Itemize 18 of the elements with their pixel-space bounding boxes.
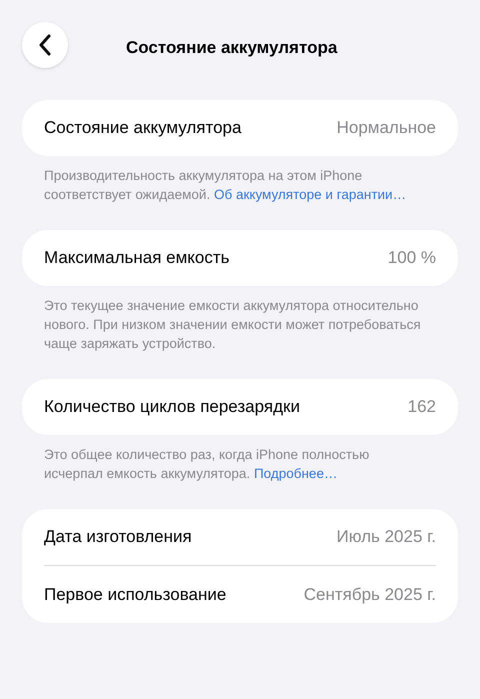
back-button[interactable] <box>22 22 68 68</box>
row-value: 162 <box>408 396 436 418</box>
row-value: 100 % <box>388 247 436 270</box>
row-label: Количество циклов перезарядки <box>44 396 300 418</box>
back-icon <box>38 34 52 56</box>
row-value: Сентябрь 2025 г. <box>304 584 436 606</box>
row-label: Максимальная емкость <box>44 247 230 270</box>
page-title: Состояние аккумулятора <box>126 37 338 59</box>
row-value: Июль 2025 г. <box>336 526 436 548</box>
footnote-text: Это общее количество раз, когда iPhone полностью исчерпал емкость аккумулятора. Подробнее… <box>43 446 370 483</box>
row-label: Первое использование <box>44 584 226 606</box>
row-value: Нормальное <box>336 117 436 140</box>
footnote-text: Это текущее значение емкости аккумулятора относительно нового. При низком значении емкости может потребоваться чаще заряжать устройство. <box>43 297 422 353</box>
row-label: Дата изготовления <box>44 526 192 548</box>
footnote-text: Производительность аккумулятора на этом iPhone соответствует ожидаемой. Об аккумуляторе и гарантии… <box>43 167 408 204</box>
footnote-link[interactable]: Подробнее… <box>254 466 338 481</box>
footnote-link[interactable]: Об аккумуляторе и гарантии… <box>214 187 406 202</box>
row-label: Состояние аккумулятора <box>44 117 242 140</box>
